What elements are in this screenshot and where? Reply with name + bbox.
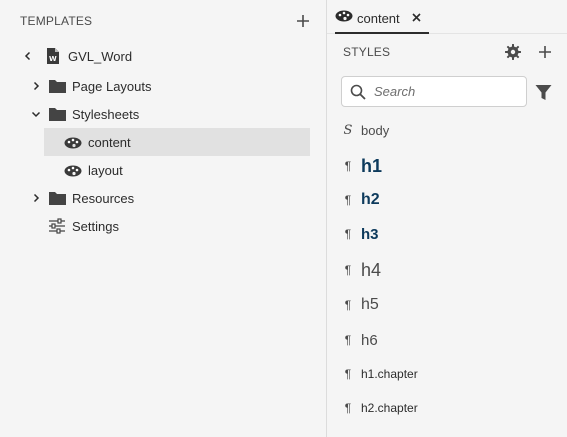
plus-icon [297, 15, 309, 27]
tree-item-label: Settings [72, 218, 119, 234]
folder-icon [48, 190, 66, 206]
palette-icon [335, 9, 353, 27]
tree-item-settings[interactable]: Settings [48, 212, 310, 240]
search-field[interactable] [341, 76, 527, 107]
tree-root-gvl-word[interactable]: W GVL_Word [20, 42, 310, 70]
style-name: h6 [361, 331, 378, 349]
style-item-h5[interactable]: ¶ h5 [341, 294, 553, 316]
templates-panel-title: TEMPLATES [20, 14, 93, 28]
style-name: h4 [361, 259, 382, 280]
style-name: h5 [361, 296, 379, 313]
search-input[interactable] [374, 84, 524, 99]
tree-item-content[interactable]: content [44, 128, 310, 156]
tree-item-page-layouts[interactable]: Page Layouts [28, 72, 310, 100]
close-icon[interactable] [412, 11, 421, 25]
plus-icon [539, 46, 551, 58]
style-item-h4[interactable]: ¶ h4 [341, 258, 553, 282]
style-name: h1 [361, 155, 383, 176]
styles-panel-header: STYLES [343, 42, 555, 62]
tree-item-label: layout [88, 162, 123, 178]
paragraph-style-icon: ¶ [344, 367, 352, 381]
templates-panel-header: TEMPLATES [20, 12, 312, 30]
folder-icon [48, 106, 66, 122]
search-icon [350, 84, 366, 100]
tree-root-label: GVL_Word [68, 48, 133, 64]
tree-item-stylesheets[interactable]: Stylesheets [28, 100, 310, 128]
paragraph-style-icon: ¶ [344, 263, 352, 277]
style-item-h1-chapter[interactable]: ¶ h1.chapter [341, 364, 553, 384]
style-item-h2[interactable]: ¶ h2 [341, 188, 553, 212]
add-template-button[interactable] [294, 12, 312, 30]
style-item-h2-chapter[interactable]: ¶ h2.chapter [341, 398, 553, 418]
folder-icon [48, 78, 66, 94]
chevron-down-icon[interactable] [28, 106, 44, 122]
paragraph-style-icon: ¶ [344, 401, 352, 415]
style-item-body[interactable]: S body [341, 120, 553, 140]
palette-icon [64, 162, 82, 178]
svg-text:W: W [49, 55, 57, 63]
style-name: h2.chapter [361, 401, 418, 415]
character-style-icon: S [343, 122, 353, 138]
gear-icon [505, 44, 521, 60]
tree-item-label: Resources [72, 190, 135, 206]
style-name: h1.chapter [361, 367, 418, 381]
paragraph-style-icon: ¶ [344, 298, 352, 312]
filter-icon [535, 84, 551, 100]
tree-item-label: content [88, 134, 131, 150]
paragraph-style-icon: ¶ [344, 333, 352, 347]
style-name: body [361, 122, 390, 138]
chevron-right-icon[interactable] [28, 190, 44, 206]
style-name: h3 [361, 225, 379, 243]
paragraph-style-icon: ¶ [344, 159, 352, 173]
style-item-h6[interactable]: ¶ h6 [341, 329, 553, 351]
tree-item-label: Stylesheets [72, 106, 140, 122]
sliders-icon [48, 218, 66, 234]
style-name: h2 [361, 191, 380, 208]
add-style-button[interactable] [535, 42, 555, 62]
editor-tab-bar: content [327, 0, 567, 34]
paragraph-style-icon: ¶ [344, 193, 352, 207]
tab-content[interactable]: content [335, 4, 429, 34]
tree-item-label: Page Layouts [72, 78, 152, 94]
templates-panel: TEMPLATES W GVL_Word Page Layouts Styles [0, 0, 327, 437]
chevron-right-icon[interactable] [28, 78, 44, 94]
style-item-h1[interactable]: ¶ h1 [341, 153, 553, 179]
tree-item-resources[interactable]: Resources [28, 184, 310, 212]
chevron-left-icon[interactable] [20, 48, 36, 64]
styles-panel-title: STYLES [343, 45, 391, 59]
paragraph-style-icon: ¶ [344, 227, 352, 241]
styles-panel-container: content STYLES Search S body ¶ h1 ¶ h2 ¶… [327, 0, 567, 437]
palette-icon [64, 134, 82, 150]
settings-button[interactable] [503, 42, 523, 62]
tab-label: content [357, 10, 400, 26]
tree-item-layout[interactable]: layout [44, 156, 310, 184]
word-document-icon: W [44, 48, 62, 64]
style-item-h3[interactable]: ¶ h3 [341, 223, 553, 245]
filter-button[interactable] [533, 82, 553, 102]
